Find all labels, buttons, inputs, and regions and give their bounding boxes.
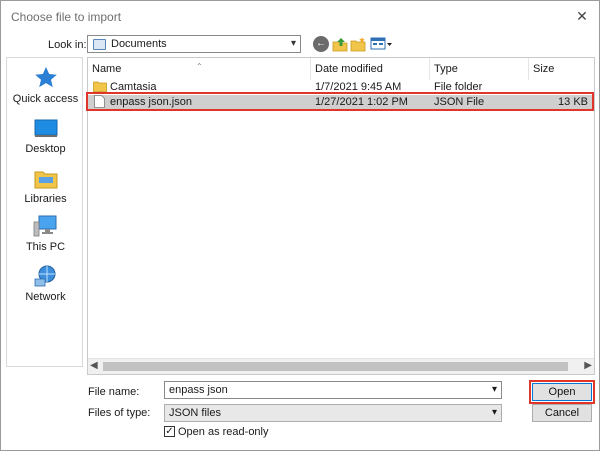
- title-bar: Choose file to import ✕: [1, 1, 599, 31]
- documents-folder-icon: [93, 39, 106, 50]
- column-label: Size: [533, 63, 555, 75]
- scroll-right-icon[interactable]: ▶: [584, 360, 592, 371]
- file-name-label: File name:: [88, 386, 140, 398]
- column-label: Type: [434, 63, 458, 75]
- place-libraries[interactable]: Libraries: [7, 166, 84, 205]
- libraries-icon: [34, 171, 57, 189]
- places-bar: Quick access Desktop Libraries This PC N…: [6, 57, 83, 367]
- file-name-value: enpass json: [169, 384, 228, 396]
- chevron-down-icon[interactable]: ▾: [492, 384, 497, 395]
- look-in-label: Look in:: [48, 39, 87, 51]
- horizontal-scrollbar[interactable]: ◀ ▶: [88, 358, 594, 374]
- place-this-pc[interactable]: This PC: [7, 214, 84, 253]
- look-in-dropdown[interactable]: Documents ▾: [87, 35, 301, 53]
- place-label: Desktop: [25, 143, 66, 155]
- sort-ascending-icon: ⌃: [196, 62, 203, 71]
- back-icon[interactable]: ←: [313, 36, 329, 52]
- file-type-label: Files of type:: [88, 407, 151, 419]
- file-type-dropdown[interactable]: JSON files ▾: [164, 404, 502, 422]
- place-label: Libraries: [24, 193, 67, 205]
- scroll-left-icon[interactable]: ◀: [90, 360, 98, 371]
- new-folder-icon[interactable]: [350, 36, 366, 52]
- column-header-date[interactable]: Date modified: [311, 58, 430, 80]
- place-label: Quick access: [12, 93, 79, 105]
- column-label: Date modified: [315, 63, 383, 75]
- this-pc-icon: [33, 215, 56, 237]
- place-label: This PC: [25, 241, 66, 253]
- star-icon: [34, 67, 57, 88]
- place-desktop[interactable]: Desktop: [7, 118, 84, 155]
- up-folder-icon[interactable]: [332, 36, 348, 52]
- file-name-input[interactable]: enpass json ▾: [164, 381, 502, 399]
- open-button-highlight-annotation: [529, 380, 595, 404]
- column-label: Name: [92, 63, 122, 75]
- dialog-title: Choose file to import: [11, 10, 122, 24]
- place-network[interactable]: Network: [7, 264, 84, 303]
- file-dialog: Choose file to import ✕ Look in: Documen…: [0, 0, 600, 451]
- chevron-down-icon: ▾: [491, 407, 497, 418]
- close-button[interactable]: ✕: [571, 5, 593, 27]
- cancel-button[interactable]: Cancel: [532, 404, 592, 422]
- place-label: Network: [25, 291, 66, 303]
- read-only-checkbox[interactable]: ✓: [164, 426, 175, 437]
- column-header-name[interactable]: Name ⌃: [88, 58, 311, 80]
- scrollbar-thumb[interactable]: [103, 362, 568, 371]
- views-menu-icon[interactable]: [370, 36, 392, 52]
- place-quick-access[interactable]: Quick access: [7, 66, 84, 105]
- column-header-type[interactable]: Type: [430, 58, 529, 80]
- column-header-size[interactable]: Size: [529, 58, 594, 80]
- network-icon: [34, 265, 55, 287]
- look-in-value: Documents: [111, 38, 167, 50]
- chevron-down-icon: ▾: [290, 38, 296, 49]
- read-only-label[interactable]: Open as read-only: [178, 426, 269, 438]
- desktop-icon: [34, 119, 57, 137]
- selection-highlight-annotation: [86, 92, 594, 111]
- file-type-value: JSON files: [169, 407, 221, 419]
